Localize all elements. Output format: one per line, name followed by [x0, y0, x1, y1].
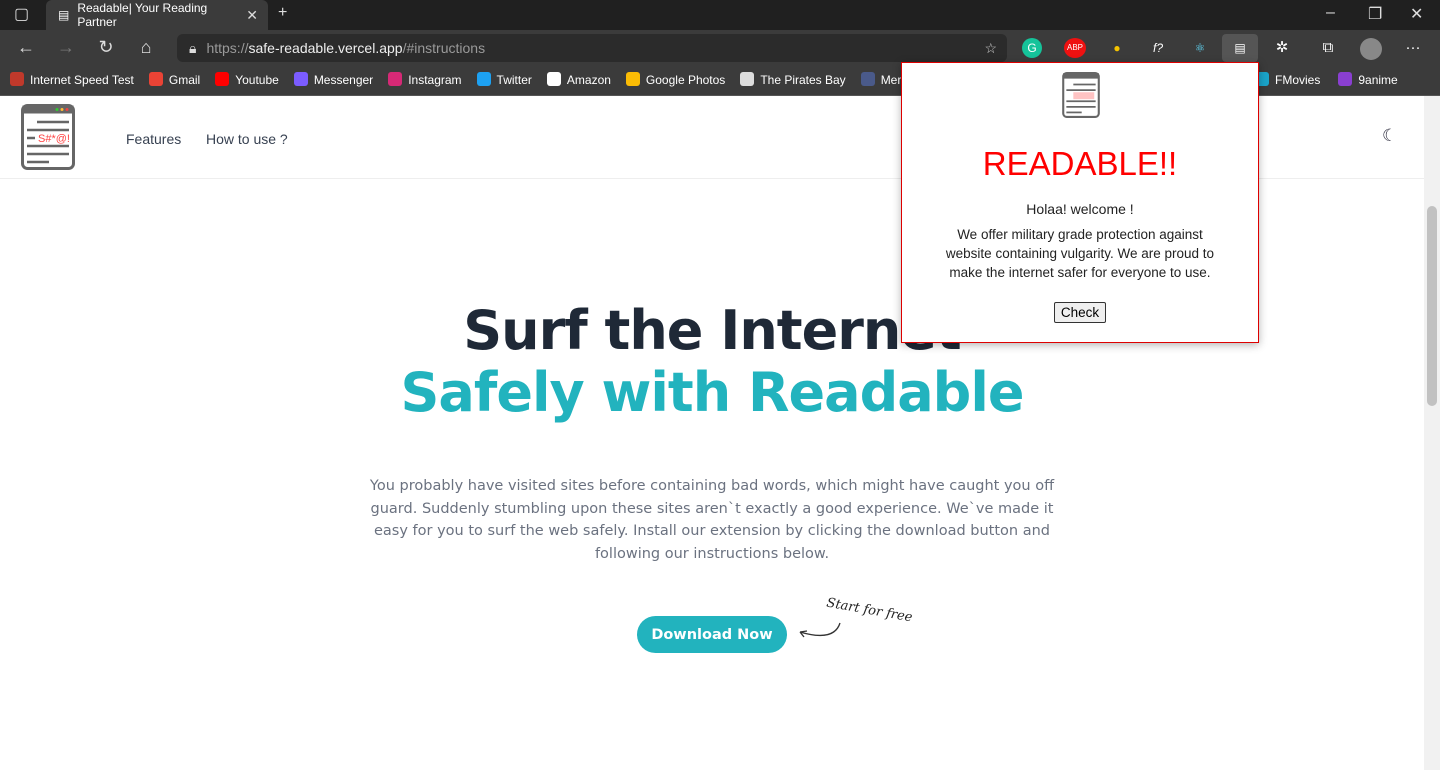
- react-devtools-icon[interactable]: ⚛: [1188, 38, 1212, 58]
- favorite-add-icon[interactable]: ☆: [984, 40, 997, 57]
- bookmark-messenger[interactable]: Messenger: [293, 72, 374, 87]
- collections-icon[interactable]: ⧉: [1316, 38, 1340, 58]
- avatar[interactable]: [1360, 38, 1382, 60]
- extensions-puzzle-icon[interactable]: ✲: [1270, 38, 1294, 58]
- curved-arrow-icon: [799, 622, 841, 638]
- bookmark-gmail[interactable]: Gmail: [148, 72, 201, 87]
- bookmark-icon: [388, 72, 403, 86]
- favicon-icon: ▤: [58, 8, 70, 22]
- bookmark-label: Twitter: [496, 73, 532, 87]
- bookmark-icon: [546, 72, 561, 86]
- bookmark-google-photos[interactable]: Google Photos: [625, 72, 726, 87]
- bookmark-label: FMovies: [1275, 72, 1321, 87]
- address-bar[interactable]: 🔒︎ https://safe-readable.vercel.app/#ins…: [177, 34, 1007, 62]
- tab-title: Readable| Your Reading Partner: [77, 1, 208, 29]
- close-tab-icon[interactable]: ✕: [246, 7, 258, 24]
- reload-icon[interactable]: ↻: [86, 37, 126, 58]
- dark-mode-moon-icon[interactable]: ☾: [1382, 126, 1397, 146]
- bookmark-icon: [1338, 71, 1353, 86]
- home-icon[interactable]: ⌂: [126, 37, 166, 58]
- back-icon[interactable]: ←: [6, 37, 46, 58]
- bookmark-label: Instagram: [408, 73, 462, 87]
- forward-icon[interactable]: →: [46, 37, 86, 58]
- tab-active[interactable]: ▤ Readable| Your Reading Partner ✕: [46, 0, 268, 30]
- minimize-icon[interactable]: –: [1326, 4, 1335, 22]
- scrollbar[interactable]: [1424, 96, 1440, 770]
- nav-features[interactable]: Features: [126, 131, 181, 147]
- bookmark-twitter[interactable]: Twitter: [476, 72, 532, 87]
- font-ext-icon[interactable]: f?: [1146, 38, 1170, 58]
- window-close-icon[interactable]: ✕: [1410, 4, 1423, 24]
- extension-popup: READABLE!! Holaa! welcome ! We offer mil…: [901, 62, 1259, 343]
- bookmark-label: Internet Speed Test: [30, 73, 134, 87]
- nav-how-to-use[interactable]: How to use ?: [206, 131, 288, 147]
- bookmark-instagram[interactable]: Instagram: [388, 72, 462, 87]
- bookmark-label: Messenger: [313, 73, 374, 87]
- readable-logo[interactable]: S#*@!: [21, 104, 75, 170]
- bookmark-icon: [860, 72, 875, 86]
- bookmark-icon: [293, 72, 308, 86]
- more-icon[interactable]: ···: [1401, 38, 1425, 58]
- bookmark-label: Amazon: [566, 73, 611, 87]
- url-host: safe-readable.vercel.app: [248, 40, 403, 56]
- bookmark-icon: [148, 72, 163, 86]
- tab-bar: ▢ ▤ Readable| Your Reading Partner ✕ + –…: [0, 0, 1440, 30]
- adblock-icon[interactable]: ABP: [1064, 38, 1086, 58]
- url-scheme: https://: [206, 40, 249, 56]
- check-button[interactable]: Check: [1053, 302, 1107, 323]
- bookmark-label: 9anime: [1358, 72, 1398, 87]
- new-tab-icon[interactable]: +: [278, 4, 287, 22]
- download-now-button[interactable]: Download Now: [637, 616, 787, 653]
- scrollbar-thumb[interactable]: [1427, 206, 1437, 406]
- hero-title-line2: Safely with Readable: [400, 361, 1025, 424]
- bookmark-icon: [740, 72, 755, 86]
- bookmark-icon: [215, 72, 230, 86]
- tab-actions-icon[interactable]: ▢: [14, 4, 29, 24]
- hero-description: You probably have visited sites before c…: [369, 478, 1055, 562]
- bookmark-icon: [476, 72, 491, 86]
- bookmark-label: Google Photos: [645, 73, 726, 87]
- lock-icon: 🔒︎: [189, 39, 197, 56]
- bookmark-amazon[interactable]: Amazon: [546, 72, 611, 87]
- url-path: /#instructions: [402, 40, 486, 56]
- logo-text: S#*@!: [38, 133, 70, 145]
- bookmark-icon: [10, 72, 24, 86]
- bookmark-youtube[interactable]: Youtube: [215, 72, 279, 87]
- restore-icon[interactable]: ❐: [1368, 4, 1382, 24]
- readable-ext-icon[interactable]: ▤: [1222, 34, 1258, 62]
- extension-icon[interactable]: ●: [1105, 38, 1129, 58]
- bookmark-icon: [625, 72, 640, 86]
- bookmark-9anime[interactable]: 9anime: [1338, 71, 1398, 87]
- popup-logo-icon: [1062, 72, 1100, 118]
- bookmark-label: Gmail: [168, 73, 201, 87]
- bookmark-internet-speed-test[interactable]: Internet Speed Test: [10, 72, 134, 87]
- grammarly-icon[interactable]: G: [1022, 38, 1042, 58]
- bookmark-label: Youtube: [235, 73, 279, 87]
- popup-text: We offer military grade protection again…: [945, 227, 1215, 280]
- bookmark-label: The Pirates Bay: [760, 73, 846, 87]
- popup-greeting: Holaa! welcome !: [1026, 201, 1134, 217]
- bookmark-the-pirates-bay[interactable]: The Pirates Bay: [740, 72, 846, 87]
- bookmark-fmovies[interactable]: FMovies: [1255, 71, 1321, 87]
- popup-title: READABLE!!: [982, 145, 1178, 182]
